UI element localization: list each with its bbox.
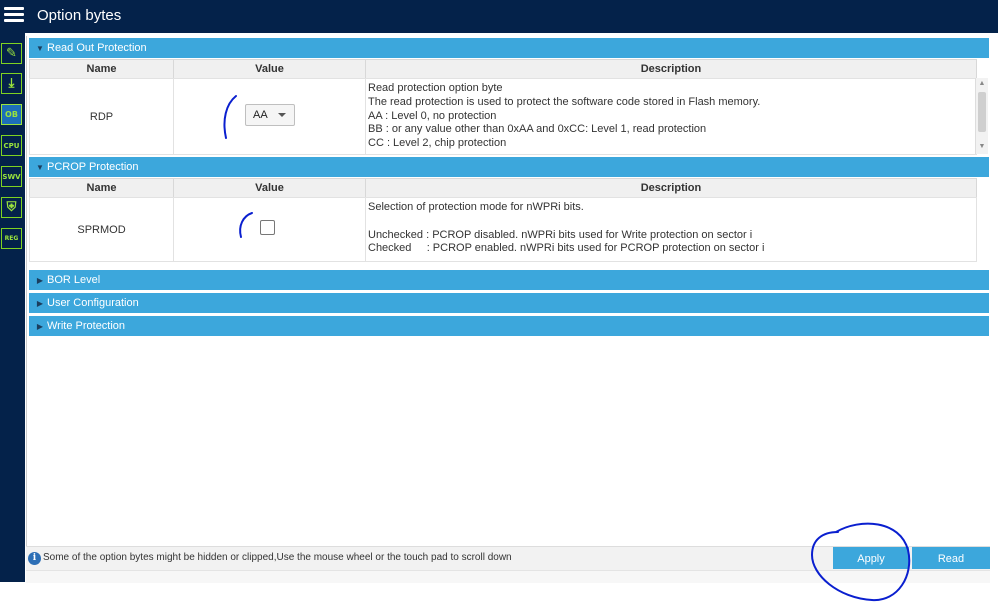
section-pcrop-protection[interactable]: ▼ PCROP Protection xyxy=(29,157,989,177)
security-icon[interactable]: ⛨ xyxy=(1,197,22,218)
rop-col-value-header: Value xyxy=(173,59,366,79)
scroll-down-icon[interactable]: ▼ xyxy=(976,143,988,152)
download-icon[interactable]: ⤓ xyxy=(1,73,22,94)
rdp-select[interactable]: AA xyxy=(245,104,295,126)
rdp-description: Read protection option byte The read pro… xyxy=(365,78,977,155)
title-bar: Option bytes xyxy=(0,0,998,33)
scroll-up-icon[interactable]: ▲ xyxy=(976,80,988,89)
registers-icon[interactable]: REG xyxy=(1,228,22,249)
cpu-icon[interactable]: CPU xyxy=(1,135,22,156)
pcrop-col-value-header: Value xyxy=(173,178,366,198)
option-bytes-panel: ▼ Read Out Protection Name Value Descript… xyxy=(26,36,991,582)
collapsed-triangle-icon: ▶ xyxy=(36,299,44,308)
section-user-configuration[interactable]: ▶ User Configuration xyxy=(29,293,989,313)
rop-scrollbar[interactable]: ▲ ▼ xyxy=(975,78,988,154)
page-title: Option bytes xyxy=(37,7,122,24)
sidebar: ✎ ⤓ OB CPU SWV ⛨ REG xyxy=(0,33,25,582)
chevron-down-icon xyxy=(278,113,286,117)
rdp-name-cell: RDP xyxy=(29,78,174,155)
sprmod-value-cell xyxy=(173,197,366,262)
info-icon: i xyxy=(28,552,41,565)
status-strip xyxy=(26,570,990,583)
rdp-select-value: AA xyxy=(253,109,268,121)
sprmod-description: Selection of protection mode for nWPRi b… xyxy=(365,197,977,262)
rdp-value-cell: AA xyxy=(173,78,366,155)
swv-icon[interactable]: SWV xyxy=(1,166,22,187)
rdp-name: RDP xyxy=(89,110,114,123)
section-bor-level[interactable]: ▶ BOR Level xyxy=(29,270,989,290)
sprmod-name: SPRMOD xyxy=(77,223,126,236)
apply-button[interactable]: Apply xyxy=(833,547,909,569)
rop-col-description-header: Description xyxy=(365,59,977,79)
section-write-protection[interactable]: ▶ Write Protection xyxy=(29,316,989,336)
sprmod-checkbox[interactable] xyxy=(260,220,275,235)
pcrop-col-name-header: Name xyxy=(29,178,174,198)
collapsed-triangle-icon: ▶ xyxy=(36,322,44,331)
expanded-triangle-icon: ▼ xyxy=(36,163,44,172)
sprmod-name-cell: SPRMOD xyxy=(29,197,174,262)
rop-col-name-header: Name xyxy=(29,59,174,79)
section-read-out-protection[interactable]: ▼ Read Out Protection xyxy=(29,38,989,58)
hamburger-menu-icon[interactable] xyxy=(4,5,24,25)
edit-icon[interactable]: ✎ xyxy=(1,43,22,64)
ob-icon[interactable]: OB xyxy=(1,104,22,125)
read-button[interactable]: Read xyxy=(912,547,990,569)
scroll-thumb[interactable] xyxy=(978,92,986,132)
collapsed-triangle-icon: ▶ xyxy=(36,276,44,285)
pcrop-col-description-header: Description xyxy=(365,178,977,198)
expanded-triangle-icon: ▼ xyxy=(36,44,44,53)
footer-info-text: Some of the option bytes might be hidden… xyxy=(43,552,512,563)
